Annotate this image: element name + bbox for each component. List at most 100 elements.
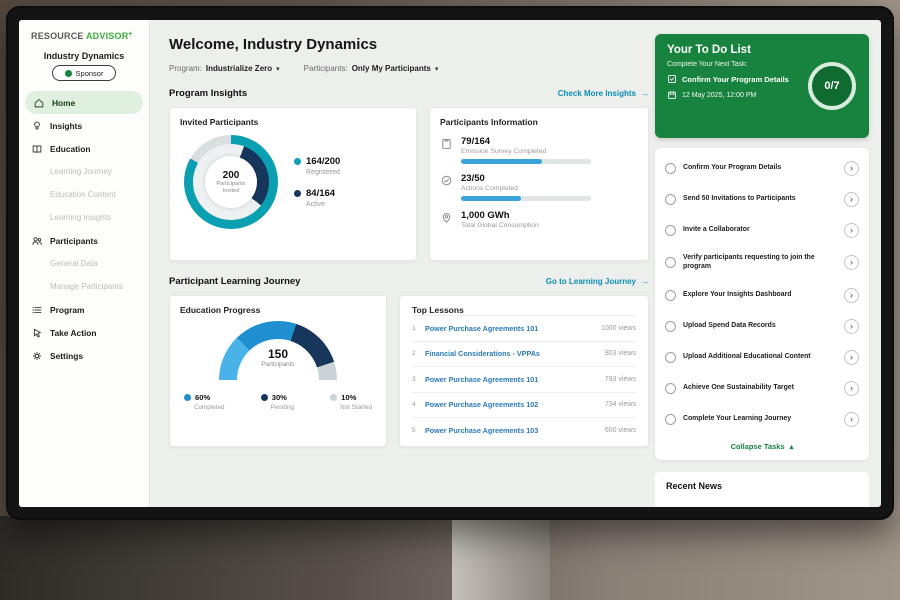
task-list-card: Confirm Your Program Details › Send 50 I… <box>655 148 869 460</box>
sidebar-item-learning-insights[interactable]: Learning Insights <box>19 206 149 229</box>
task-row-send-invitations[interactable]: Send 50 Invitations to Participants › <box>664 184 860 215</box>
nav-label: Take Action <box>50 328 97 338</box>
task-row-confirm-program[interactable]: Confirm Your Program Details › <box>664 153 860 184</box>
sidebar-item-participants[interactable]: Participants <box>19 229 149 252</box>
nav-label: Learning Journey <box>50 167 112 176</box>
task-checkbox[interactable] <box>665 414 676 425</box>
gauge-center: 150 Participants <box>219 347 337 368</box>
task-row-sustainability-target[interactable]: Achieve One Sustainability Target › <box>664 373 860 404</box>
not-started-dot <box>330 394 337 401</box>
task-row-invite-collaborator[interactable]: Invite a Collaborator › <box>664 215 860 246</box>
program-insights-header: Program Insights Check More Insights → <box>169 88 649 99</box>
sidebar-item-learning-journey[interactable]: Learning Journey <box>19 160 149 183</box>
chevron-right-icon[interactable]: › <box>844 255 859 270</box>
card-title: Participants Information <box>440 117 638 127</box>
nav-label: Insights <box>50 121 82 131</box>
lesson-link[interactable]: Power Purchase Agreements 103 <box>425 426 605 435</box>
sponsor-badge[interactable]: Sponsor <box>52 65 116 81</box>
cursor-action-icon <box>31 327 43 339</box>
program-label: Program: <box>169 64 202 73</box>
logo-resource: RESOURCE <box>31 31 84 41</box>
task-checkbox[interactable] <box>665 290 676 301</box>
learning-cards-row: Education Progress 150 Participants <box>169 295 649 447</box>
sidebar-item-settings[interactable]: Settings <box>19 344 149 367</box>
lesson-views: 734 views <box>605 401 636 408</box>
legend-item-registered: 164/200 Registered <box>294 156 340 176</box>
sidebar-item-take-action[interactable]: Take Action <box>19 321 149 344</box>
donut-center: 200 Participants Invited <box>205 156 257 208</box>
task-label: Complete Your Learning Journey <box>683 415 837 424</box>
legend-label: Registered <box>306 169 340 176</box>
sidebar-item-manage-participants[interactable]: Manage Participants <box>19 275 149 298</box>
chevron-right-icon[interactable]: › <box>844 350 859 365</box>
legend-label: Not Started <box>340 404 372 411</box>
check-more-insights-link[interactable]: Check More Insights → <box>558 89 649 98</box>
invited-participants-donut-chart: 200 Participants Invited <box>184 135 278 229</box>
task-row-upload-educational-content[interactable]: Upload Additional Educational Content › <box>664 342 860 373</box>
recent-news-header: Recent News <box>655 472 869 507</box>
task-row-complete-learning-journey[interactable]: Complete Your Learning Journey › <box>664 404 860 435</box>
participants-select[interactable]: Participants: Only My Participants ▾ <box>304 64 439 73</box>
chevron-right-icon[interactable]: › <box>844 192 859 207</box>
task-checkbox[interactable] <box>665 257 676 268</box>
chevron-right-icon[interactable]: › <box>844 412 859 427</box>
legend-value: 84/164 <box>306 188 335 199</box>
task-checkbox[interactable] <box>665 321 676 332</box>
metric-label: Emission Survey Completed <box>461 148 591 155</box>
sidebar-item-program[interactable]: Program <box>19 298 149 321</box>
task-checkbox[interactable] <box>665 225 676 236</box>
sidebar-item-insights[interactable]: Insights <box>19 114 149 137</box>
arrow-right-icon: → <box>641 89 649 98</box>
todo-next-task[interactable]: Confirm Your Program Details <box>667 74 795 84</box>
task-checkbox[interactable] <box>665 352 676 363</box>
metric-value: 79/164 <box>461 136 591 147</box>
calendar-icon <box>667 90 677 100</box>
task-row-explore-insights[interactable]: Explore Your Insights Dashboard › <box>664 280 860 311</box>
chevron-right-icon[interactable]: › <box>844 161 859 176</box>
sidebar-item-education[interactable]: Education <box>19 137 149 160</box>
todo-panel: Your To Do List Complete Your Next Task:… <box>655 34 869 507</box>
task-row-verify-participants[interactable]: Verify participants requesting to join t… <box>664 246 860 280</box>
lesson-link[interactable]: Power Purchase Agreements 102 <box>425 400 605 409</box>
people-icon <box>31 235 43 247</box>
gauge-center-label: Participants <box>219 361 337 368</box>
education-progress-card: Education Progress 150 Participants <box>169 295 387 447</box>
task-checkbox[interactable] <box>665 194 676 205</box>
lesson-link[interactable]: Financial Considerations - VPPAs <box>425 349 605 358</box>
go-to-learning-journey-link[interactable]: Go to Learning Journey → <box>546 277 649 286</box>
legend-pct: 60% <box>195 393 210 402</box>
chevron-right-icon[interactable]: › <box>844 288 859 303</box>
task-checkbox[interactable] <box>665 163 676 174</box>
todo-next-task-label: Confirm Your Program Details <box>682 75 789 84</box>
lesson-row: 3 Power Purchase Agreements 101 793 view… <box>412 366 636 392</box>
lesson-rank: 4 <box>412 401 425 408</box>
sidebar-item-education-content[interactable]: Education Content <box>19 183 149 206</box>
pending-dot <box>261 394 268 401</box>
dashboard-screen: RESOURCE ADVISOR+ Industry Dynamics Spon… <box>19 20 881 507</box>
task-row-upload-spend-data[interactable]: Upload Spend Data Records › <box>664 311 860 342</box>
registered-dot <box>294 158 301 165</box>
legend-item-completed: 60% Completed <box>184 393 224 411</box>
task-checkbox[interactable] <box>665 383 676 394</box>
filter-bar: Program: Industrialize Zero ▾ Participan… <box>169 64 649 73</box>
actions-completed-row: 23/50 Actions Completed <box>440 173 638 201</box>
lesson-views: 600 views <box>605 427 636 434</box>
global-consumption-row: 1,000 GWh Total Global Consumption <box>440 210 638 229</box>
lightbulb-icon <box>31 120 43 132</box>
chevron-right-icon[interactable]: › <box>844 223 859 238</box>
monitor-frame: RESOURCE ADVISOR+ Industry Dynamics Spon… <box>6 6 894 520</box>
check-circle-icon <box>440 174 453 187</box>
task-label: Explore Your Insights Dashboard <box>683 291 837 300</box>
chevron-right-icon[interactable]: › <box>844 319 859 334</box>
checkbox-icon <box>667 74 677 84</box>
collapse-tasks-button[interactable]: Collapse Tasks ▴ <box>664 435 860 457</box>
lesson-link[interactable]: Power Purchase Agreements 101 <box>425 324 601 333</box>
desk-surface <box>0 516 900 600</box>
location-pin-icon <box>440 211 453 224</box>
section-title: Program Insights <box>169 88 247 99</box>
sidebar-item-home[interactable]: Home <box>25 91 143 114</box>
chevron-right-icon[interactable]: › <box>844 381 859 396</box>
program-select[interactable]: Program: Industrialize Zero ▾ <box>169 64 280 73</box>
lesson-link[interactable]: Power Purchase Agreements 101 <box>425 375 605 384</box>
sidebar-item-general-data[interactable]: General Data <box>19 252 149 275</box>
